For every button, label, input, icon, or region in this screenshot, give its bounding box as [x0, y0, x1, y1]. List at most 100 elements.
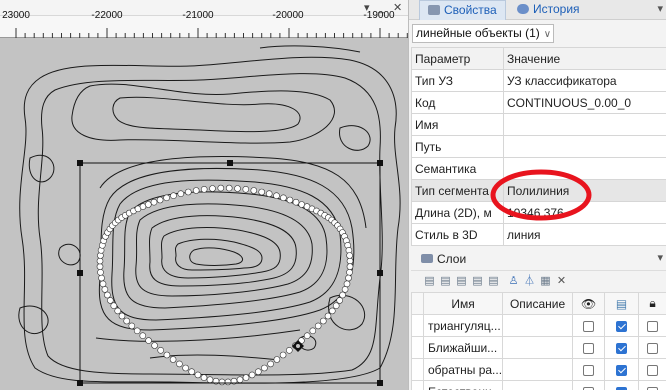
map-view[interactable]: ▾ _ ✕ 23000 -22000 -21000 -20000 -19000	[0, 0, 408, 390]
polyline-vertex	[346, 252, 353, 259]
polyline-vertex	[224, 378, 232, 386]
polyline-vertex	[292, 198, 300, 206]
polyline-vertex	[176, 360, 183, 368]
polyline-vertex	[346, 263, 354, 270]
layer-export-icon[interactable]: ▤	[471, 275, 484, 288]
table-row[interactable]: Имя	[411, 113, 666, 136]
lock-icon[interactable]: 🔒︎	[638, 292, 666, 315]
layer-import-icon[interactable]: ▤	[487, 275, 500, 288]
polyline-vertex	[163, 194, 170, 202]
contour-line	[37, 73, 383, 376]
contour-line	[71, 83, 335, 144]
table-row[interactable]: триангуляц...	[411, 314, 666, 337]
table-row[interactable]: Стиль в 3D линия	[411, 223, 666, 246]
chevron-down-icon: ∨	[543, 29, 552, 40]
polyline-vertex	[107, 297, 114, 304]
polyline-vertex	[133, 327, 141, 335]
visible-checkbox[interactable]	[583, 320, 595, 332]
polyline-vertex	[236, 376, 244, 384]
layer-description[interactable]	[502, 314, 574, 337]
layer-add-icon[interactable]: ▤	[423, 275, 436, 288]
visible-checkbox[interactable]	[583, 364, 595, 376]
editable-checkbox[interactable]	[616, 320, 628, 332]
polyline-vertex	[273, 192, 280, 199]
visible-checkbox[interactable]	[583, 342, 595, 354]
object-filter-select[interactable]: линейные объекты (1) ∨	[412, 24, 554, 43]
polyline-vertex	[182, 364, 189, 372]
table-row[interactable]: Ближайши...	[411, 336, 666, 359]
table-row[interactable]: Путь	[411, 135, 666, 158]
polyline-vertex	[151, 342, 158, 349]
layer-description[interactable]	[502, 336, 574, 359]
lock-checkbox[interactable]	[647, 320, 659, 332]
column-header: Параметр	[411, 47, 504, 70]
property-value[interactable]: линия	[503, 223, 666, 246]
polyline-vertex	[218, 378, 226, 386]
eye-icon[interactable]: 👁	[572, 292, 606, 315]
layer-filter-icon[interactable]: ⏃	[523, 275, 536, 288]
property-value[interactable]: CONTINUOUS_0.00_0	[503, 91, 666, 114]
polyline-vertex	[273, 356, 281, 363]
column-header[interactable]: Описание	[502, 292, 574, 315]
table-row[interactable]: Тип УЗ УЗ классификатора	[411, 69, 666, 92]
editable-checkbox[interactable]	[616, 364, 628, 376]
polyline-vertex	[97, 269, 104, 276]
polyline-vertex	[217, 184, 225, 192]
contour-drawing[interactable]	[0, 38, 408, 390]
polyline-vertex	[128, 322, 136, 330]
pit-contour	[95, 329, 301, 342]
layer-merge-icon[interactable]: ▤	[455, 275, 468, 288]
polyline-vertex	[225, 184, 233, 192]
tab-history[interactable]: История	[509, 0, 588, 20]
polyline-vertex	[242, 186, 250, 193]
layers-panel-header: Слои ▾	[411, 249, 666, 269]
layer-name[interactable]: Естественн...	[422, 380, 504, 390]
property-value[interactable]	[503, 135, 666, 158]
layer-copy-icon[interactable]: ▤	[439, 275, 452, 288]
polyline-vertex	[261, 364, 268, 372]
polyline-vertex	[139, 332, 147, 340]
polyline-vertex	[156, 196, 164, 204]
polyline-vertex	[309, 327, 317, 335]
polyline-vertex	[336, 297, 344, 304]
layers-menu-button[interactable]: ▾	[657, 251, 663, 264]
property-value[interactable]: УЗ классификатора	[503, 69, 666, 92]
polyline-vertex	[110, 302, 118, 310]
polyline-vertex	[303, 332, 311, 340]
polyline-vertex	[98, 274, 105, 282]
polyline-vertex	[118, 312, 126, 320]
polyline-vertex	[258, 188, 266, 196]
pit-contour	[189, 247, 243, 266]
layer-name[interactable]: обратны ра...	[422, 358, 504, 381]
table-row[interactable]: Естественн...	[411, 380, 666, 390]
polyline-vertex	[339, 291, 346, 299]
polyline-vertex	[314, 322, 322, 330]
table-row[interactable]: обратны ра...	[411, 358, 666, 381]
tab-properties[interactable]: Свойства	[419, 0, 506, 20]
lock-checkbox[interactable]	[647, 364, 659, 376]
polyline-vertex	[99, 280, 107, 288]
tabs-menu-button[interactable]: ▾	[657, 2, 663, 15]
annotation-ring	[490, 169, 592, 221]
lock-checkbox[interactable]	[647, 342, 659, 354]
polyline-vertex	[254, 368, 262, 376]
layer-search-icon[interactable]: ♙	[507, 275, 520, 288]
layer-name[interactable]: триангуляц...	[422, 314, 504, 337]
layer-description[interactable]	[502, 358, 574, 381]
column-header[interactable]: Имя	[422, 292, 504, 315]
layer-name[interactable]: Ближайши...	[422, 336, 504, 359]
polyline-vertex	[104, 291, 111, 299]
contour-line	[259, 45, 361, 53]
polyline-vertex	[163, 351, 171, 359]
tools-icon[interactable]: ✕	[555, 275, 568, 288]
table-icon[interactable]: ▦	[539, 275, 552, 288]
property-value[interactable]	[503, 113, 666, 136]
ruler-label: 23000	[2, 10, 30, 21]
layer-description[interactable]	[502, 380, 574, 390]
selection-handle	[377, 270, 383, 276]
polyline-vertex	[177, 190, 185, 197]
layer-edit-icon[interactable]: ▤	[604, 292, 640, 315]
table-row[interactable]: Код CONTINUOUS_0.00_0	[411, 91, 666, 114]
editable-checkbox[interactable]	[616, 342, 628, 354]
polyline-vertex	[279, 351, 287, 359]
